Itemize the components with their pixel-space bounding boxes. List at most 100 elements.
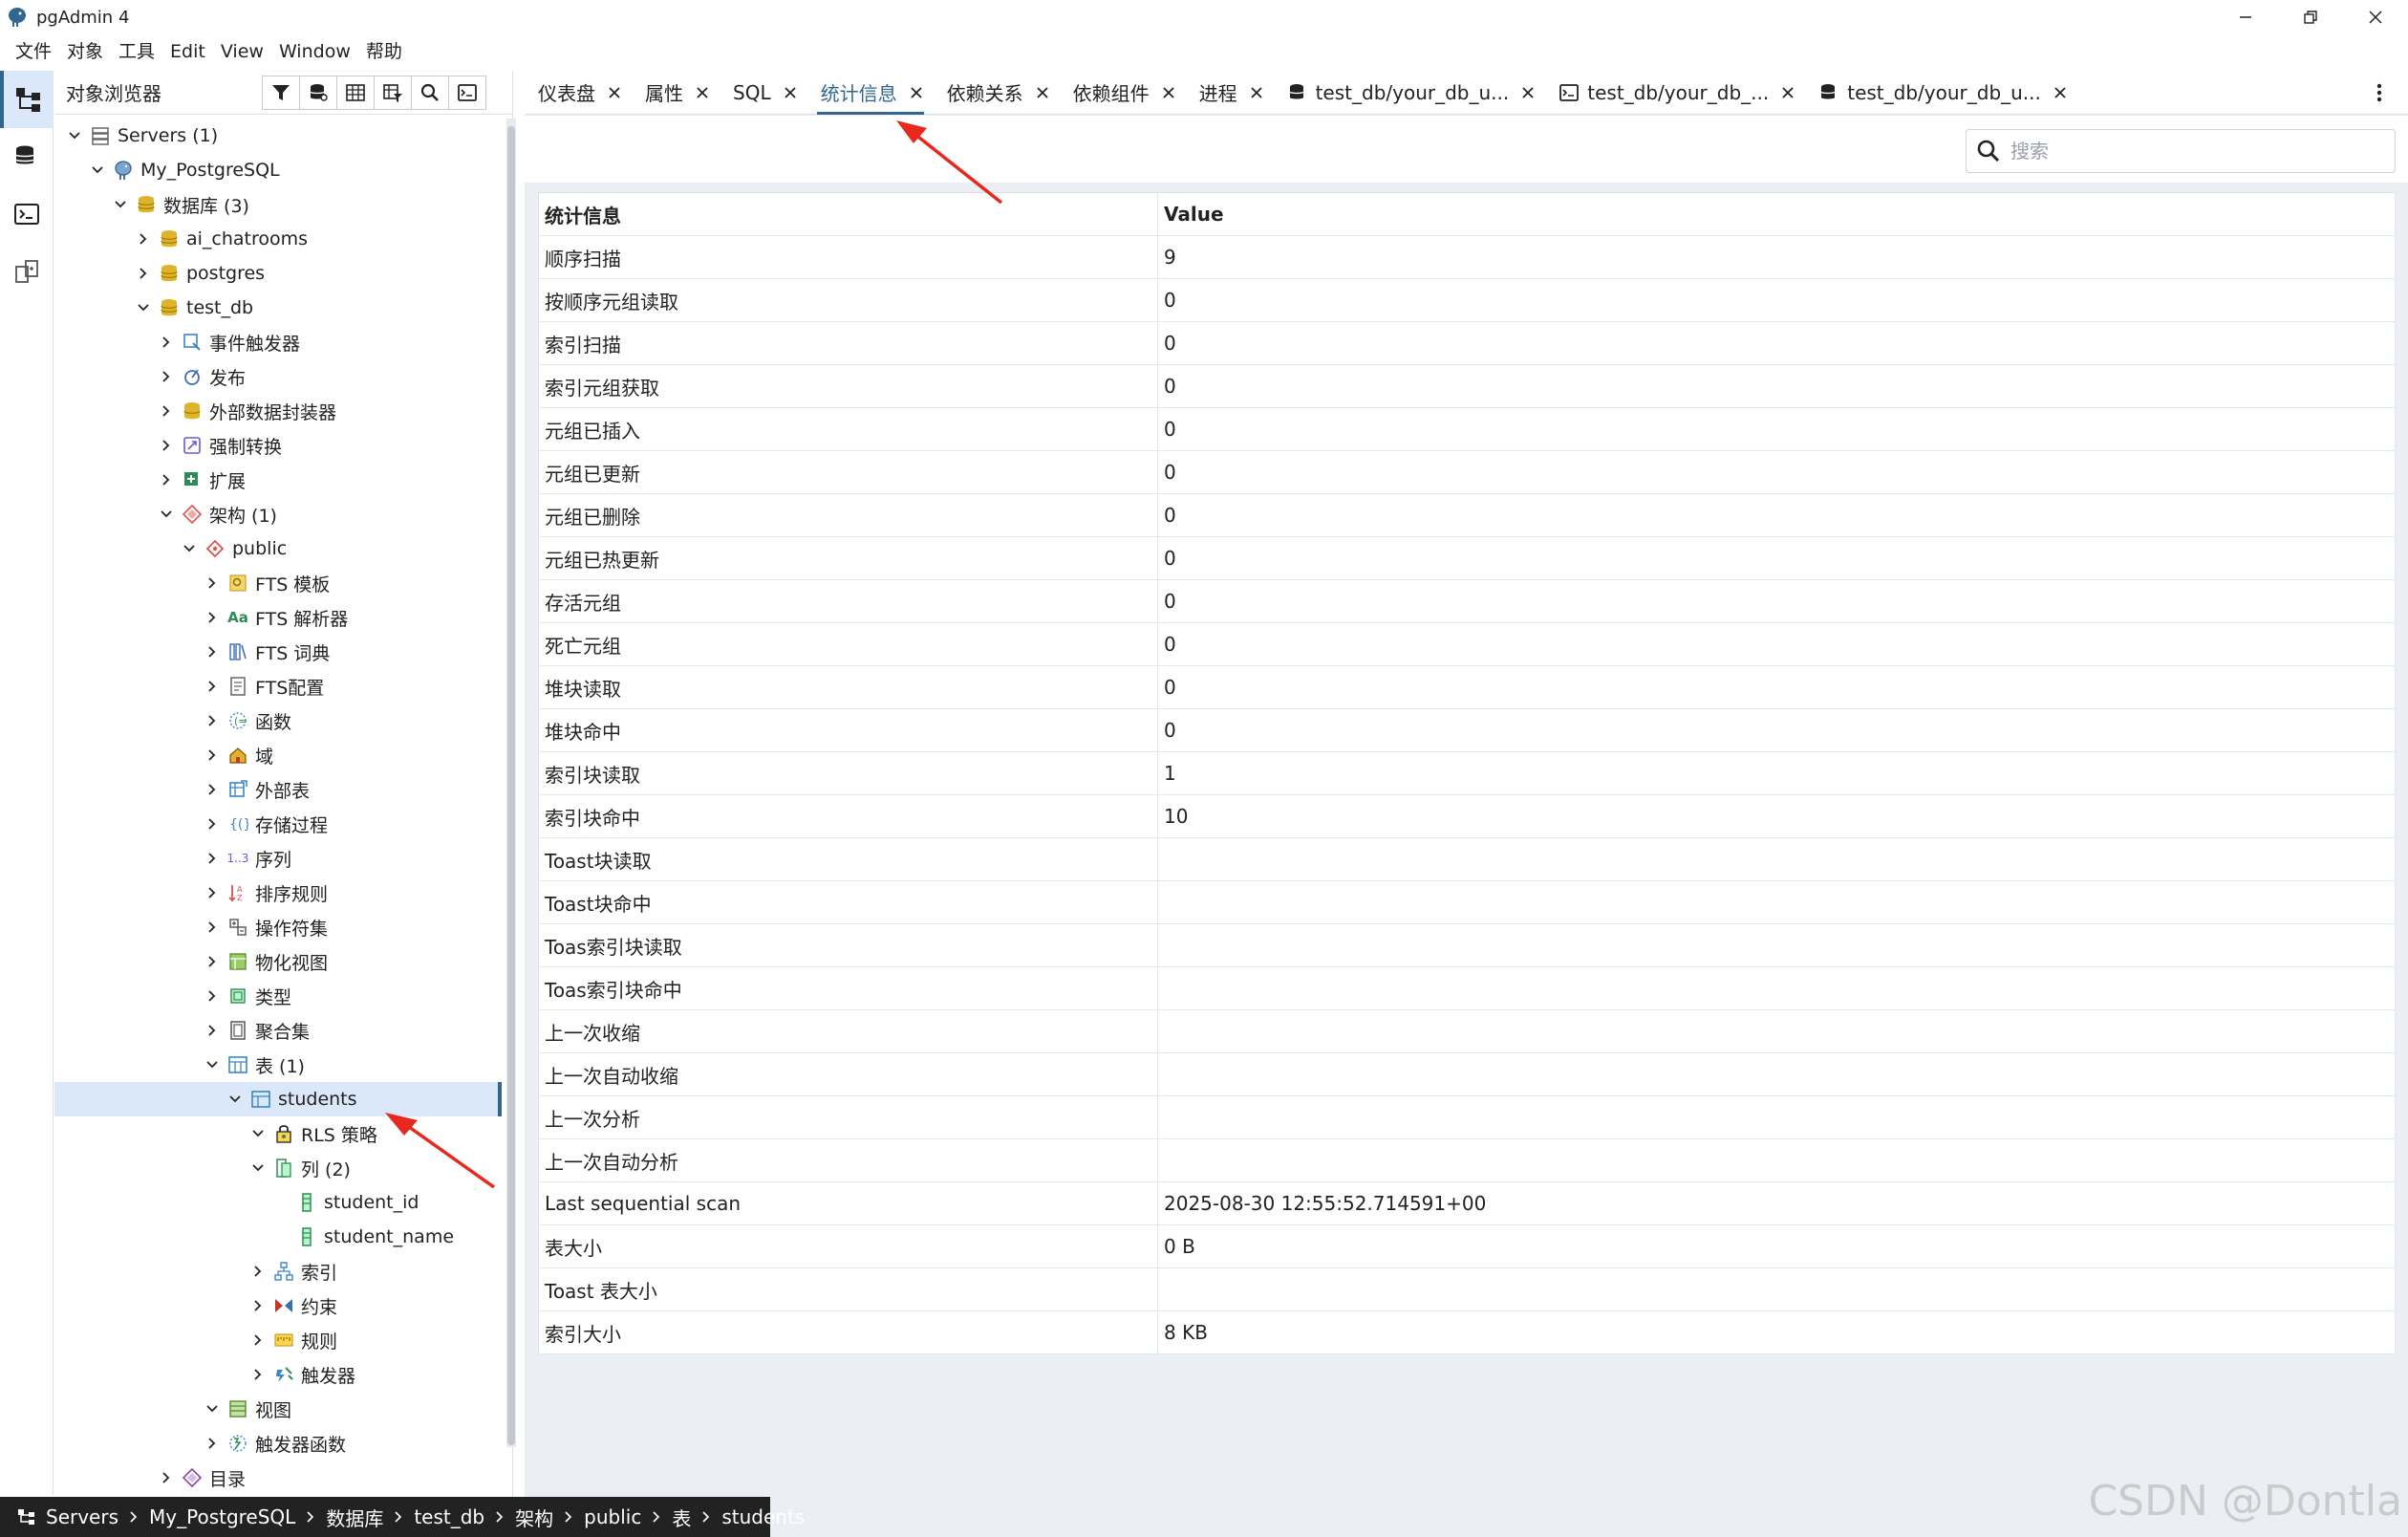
tree-node[interactable]: Aa FTS 解析器 — [54, 600, 502, 635]
breadcrumb-item[interactable]: students — [721, 1505, 805, 1528]
chevron-right-icon[interactable] — [156, 366, 177, 387]
breadcrumb-item[interactable]: public — [584, 1505, 641, 1528]
chevron-down-icon[interactable] — [110, 194, 131, 215]
tree-node[interactable]: public — [54, 531, 502, 566]
table-row[interactable]: 索引扫描 0 — [538, 321, 2396, 365]
chevron-down-icon[interactable] — [156, 504, 177, 525]
table-row[interactable]: 索引块读取 1 — [538, 751, 2396, 795]
table-row[interactable]: 堆块命中 0 — [538, 708, 2396, 752]
tree-node[interactable]: FTS配置 — [54, 669, 502, 704]
tab[interactable]: 进程 — [1186, 71, 1274, 115]
chevron-right-icon[interactable] — [156, 469, 177, 490]
tab[interactable]: test_db/your_db_... — [1545, 71, 1805, 115]
close-tab-icon[interactable] — [695, 85, 710, 100]
close-tab-icon[interactable] — [2053, 85, 2068, 100]
tree-node[interactable]: A Z 排序规则 — [54, 876, 502, 910]
tab[interactable]: 统计信息 — [807, 71, 934, 115]
table-row[interactable]: Toast块命中 — [538, 880, 2396, 924]
tree-node[interactable]: 触发器函数 — [54, 1426, 502, 1461]
tree-node[interactable]: ai_chatrooms — [54, 222, 502, 256]
restore-button[interactable] — [2278, 0, 2343, 34]
chevron-right-icon[interactable] — [133, 263, 154, 284]
tab[interactable]: 仪表盘 — [525, 71, 632, 115]
filtered-rows-button[interactable] — [374, 75, 412, 110]
table-row[interactable]: 死亡元组 0 — [538, 622, 2396, 666]
table-row[interactable]: Last sequential scan 2025-08-30 12:55:52.… — [538, 1181, 2396, 1225]
tree-node[interactable]: FTS 词典 — [54, 635, 502, 669]
chevron-right-icon[interactable] — [202, 813, 223, 834]
search-objects-button[interactable] — [411, 75, 449, 110]
filter-button[interactable] — [262, 75, 300, 110]
tab[interactable]: 依赖关系 — [934, 71, 1060, 115]
tree-node[interactable]: postgres — [54, 256, 502, 291]
chevron-right-icon[interactable] — [156, 435, 177, 456]
tree-node[interactable]: 聚合集 — [54, 1013, 502, 1048]
table-row[interactable]: 元组已热更新 0 — [538, 536, 2396, 580]
table-row[interactable]: Toas索引块读取 — [538, 923, 2396, 967]
chevron-down-icon[interactable] — [225, 1089, 246, 1110]
table-row[interactable]: 元组已插入 0 — [538, 407, 2396, 451]
query-tool-button[interactable] — [299, 75, 337, 110]
chevron-right-icon[interactable] — [202, 985, 223, 1007]
chevron-right-icon[interactable] — [202, 745, 223, 766]
tab[interactable]: 属性 — [632, 71, 720, 115]
chevron-down-icon[interactable] — [87, 160, 108, 181]
breadcrumb-item[interactable]: test_db — [414, 1505, 484, 1528]
menu-object[interactable]: 对象 — [59, 34, 111, 69]
chevron-down-icon[interactable] — [133, 297, 154, 318]
chevron-right-icon[interactable] — [202, 848, 223, 869]
tree-node[interactable]: 操作符集 — [54, 910, 502, 944]
chevron-down-icon[interactable] — [202, 1054, 223, 1075]
psql-tool-button[interactable] — [448, 75, 486, 110]
query-tool-rail-button[interactable] — [0, 128, 54, 185]
chevron-down-icon[interactable] — [179, 538, 200, 559]
tree-scrollbar-thumb[interactable] — [507, 126, 515, 1445]
table-row[interactable]: Toast块读取 — [538, 837, 2396, 881]
tree-node[interactable]: FTS 模板 — [54, 566, 502, 600]
tree-node[interactable]: 目录 — [54, 1461, 502, 1495]
table-row[interactable]: 上一次分析 — [538, 1095, 2396, 1139]
breadcrumb-item[interactable]: 架构 — [515, 1504, 553, 1531]
tree-node[interactable]: 类型 — [54, 979, 502, 1013]
close-tab-icon[interactable] — [1161, 85, 1176, 100]
tree-node[interactable]: My_PostgreSQL — [54, 153, 502, 187]
table-row[interactable]: 存活元组 0 — [538, 579, 2396, 623]
tab[interactable]: 依赖组件 — [1060, 71, 1186, 115]
tab[interactable]: test_db/your_db_u... — [1805, 71, 2077, 115]
chevron-right-icon[interactable] — [247, 1295, 269, 1316]
chevron-right-icon[interactable] — [202, 641, 223, 662]
chevron-right-icon[interactable] — [156, 400, 177, 422]
tree-node[interactable]: 架构 (1) — [54, 497, 502, 531]
close-tab-icon[interactable] — [1520, 85, 1536, 100]
chevron-right-icon[interactable] — [156, 332, 177, 353]
close-tab-icon[interactable] — [1035, 85, 1050, 100]
close-tab-icon[interactable] — [1780, 85, 1795, 100]
chevron-right-icon[interactable] — [202, 710, 223, 731]
close-tab-icon[interactable] — [909, 85, 924, 100]
table-row[interactable]: 顺序扫描 9 — [538, 235, 2396, 279]
more-options-button[interactable] — [2368, 80, 2391, 105]
tree-node[interactable]: Servers (1) — [54, 119, 502, 153]
chevron-right-icon[interactable] — [202, 1020, 223, 1041]
tree-node[interactable]: test_db — [54, 291, 502, 325]
column-header-value[interactable]: Value — [1157, 192, 2396, 236]
chevron-right-icon[interactable] — [202, 1433, 223, 1454]
breadcrumb-item[interactable]: 数据库 — [326, 1504, 383, 1531]
tree-node[interactable]: {(} 存储过程 — [54, 807, 502, 841]
chevron-right-icon[interactable] — [247, 1261, 269, 1282]
table-row[interactable]: 上一次收缩 — [538, 1009, 2396, 1053]
tree-node[interactable]: RLS 策略 — [54, 1116, 502, 1151]
chevron-down-icon[interactable] — [64, 125, 85, 146]
tree-node[interactable]: 外部数据封装器 — [54, 394, 502, 428]
tree-node[interactable]: students — [54, 1082, 502, 1116]
psql-rail-button[interactable] — [0, 185, 54, 243]
chevron-right-icon[interactable] — [247, 1364, 269, 1385]
object-explorer-rail-button[interactable] — [0, 71, 54, 128]
table-row[interactable]: 元组已更新 0 — [538, 450, 2396, 494]
tree-node[interactable]: 发布 — [54, 359, 502, 394]
table-row[interactable]: Toast 表大小 — [538, 1267, 2396, 1311]
chevron-down-icon[interactable] — [247, 1158, 269, 1179]
chevron-right-icon[interactable] — [202, 917, 223, 938]
tree-node[interactable]: 事件触发器 — [54, 325, 502, 359]
chevron-right-icon[interactable] — [247, 1330, 269, 1351]
